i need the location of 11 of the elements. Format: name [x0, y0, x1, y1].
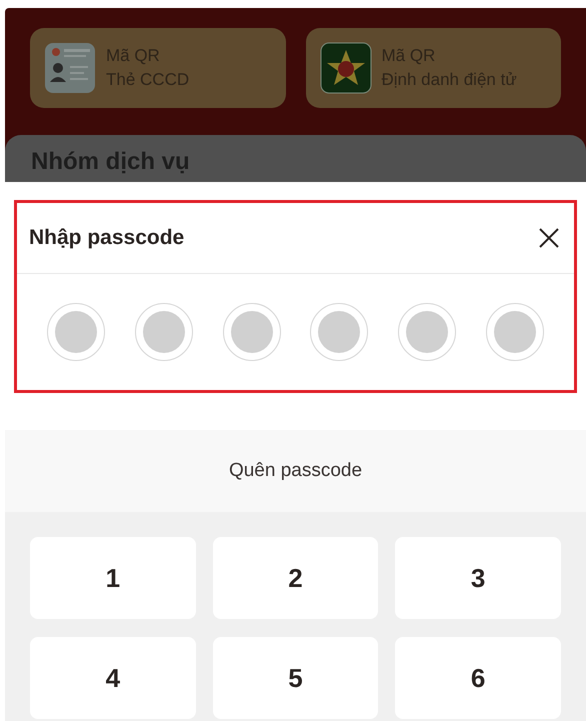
star-emblem-icon: [320, 42, 372, 94]
keypad-key[interactable]: 4: [30, 637, 196, 719]
close-icon[interactable]: [538, 227, 560, 249]
keypad-key[interactable]: 6: [395, 637, 561, 719]
sheet-title: Nhập passcode: [29, 225, 184, 252]
keypad-key[interactable]: 3: [395, 537, 561, 619]
id-card-icon: [44, 42, 96, 94]
forgot-passcode-link[interactable]: Quên passcode: [228, 456, 362, 486]
keypad-key[interactable]: 2: [212, 537, 378, 619]
keypad-key[interactable]: 5: [212, 637, 378, 719]
keypad-key[interactable]: 1: [30, 537, 196, 619]
